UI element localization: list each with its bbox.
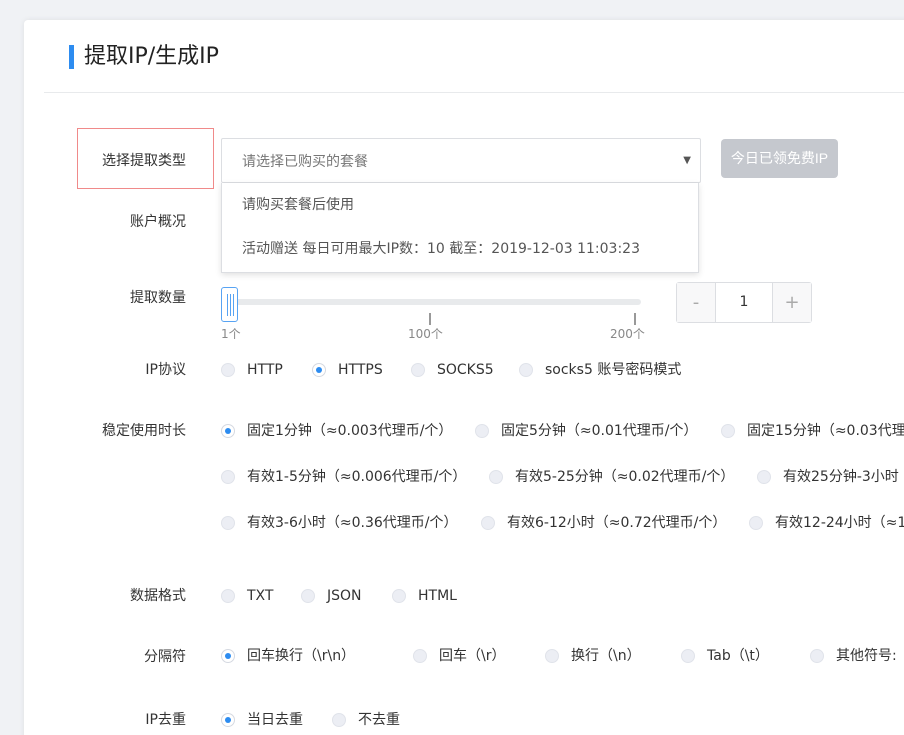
radio-label: JSON xyxy=(327,588,362,604)
quantity-input[interactable]: 1 xyxy=(716,283,772,322)
radio-circle-icon xyxy=(221,516,235,530)
increment-button[interactable]: + xyxy=(772,283,811,322)
free-ip-button[interactable]: 今日已领免费IP xyxy=(721,139,838,178)
radio-checked-icon xyxy=(221,424,235,438)
radio-label: 回车（\r） xyxy=(439,648,506,664)
data-format-label: 数据格式 xyxy=(130,588,186,604)
slider-tick-100 xyxy=(429,313,431,325)
radio-circle-icon xyxy=(221,363,235,377)
radio-circle-icon xyxy=(413,649,427,663)
radio-duration-fixed-1[interactable]: 固定1分钟（≈0.003代理币/个） xyxy=(221,421,452,441)
quantity-slider-track[interactable] xyxy=(229,299,641,305)
radio-label: 有效5-25分钟（≈0.02代理币/个） xyxy=(515,469,735,485)
quantity-stepper: - 1 + xyxy=(676,282,812,323)
duration-label: 稳定使用时长 xyxy=(102,423,186,439)
radio-duration-valid-6-12h[interactable]: 有效6-12小时（≈0.72代理币/个） xyxy=(481,513,726,533)
radio-checked-icon xyxy=(221,649,235,663)
radio-circle-icon xyxy=(332,713,346,727)
account-overview-label: 账户概况 xyxy=(130,214,186,230)
radio-label: HTTP xyxy=(247,362,283,378)
radio-circle-icon xyxy=(221,589,235,603)
radio-duration-valid-12-24h[interactable]: 有效12-24小时（≈1. xyxy=(749,513,904,533)
radio-separator-cr[interactable]: 回车（\r） xyxy=(413,646,505,666)
radio-circle-icon xyxy=(810,649,824,663)
radio-duration-fixed-15[interactable]: 固定15分钟（≈0.03代理币 xyxy=(721,421,904,441)
radio-circle-icon xyxy=(411,363,425,377)
radio-dedupe-daily[interactable]: 当日去重 xyxy=(221,710,303,730)
extract-type-label: 选择提取类型 xyxy=(102,153,186,169)
radio-label: socks5 账号密码模式 xyxy=(545,362,682,378)
header-divider xyxy=(44,92,904,93)
radio-duration-valid-25-3h[interactable]: 有效25分钟-3小时 xyxy=(757,467,899,487)
radio-circle-icon xyxy=(749,516,763,530)
radio-label: HTML xyxy=(418,588,457,604)
slider-tick-200 xyxy=(634,313,636,325)
slider-tick-label-max: 200个 xyxy=(610,327,645,341)
radio-circle-icon xyxy=(489,470,503,484)
radio-label: 有效1-5分钟（≈0.006代理币/个） xyxy=(247,469,467,485)
radio-separator-lf[interactable]: 换行（\n） xyxy=(545,646,641,666)
radio-duration-valid-3-6h[interactable]: 有效3-6小时（≈0.36代理币/个） xyxy=(221,513,458,533)
radio-label: 当日去重 xyxy=(247,712,303,728)
radio-circle-icon xyxy=(392,589,406,603)
radio-label: 固定5分钟（≈0.01代理币/个） xyxy=(501,423,698,439)
radio-duration-fixed-5[interactable]: 固定5分钟（≈0.01代理币/个） xyxy=(475,421,698,441)
radio-protocol-https[interactable]: HTTPS xyxy=(312,360,383,380)
radio-circle-icon xyxy=(481,516,495,530)
radio-separator-tab[interactable]: Tab（\t） xyxy=(681,646,769,666)
radio-circle-icon xyxy=(721,424,735,438)
radio-label: 有效12-24小时（≈1. xyxy=(775,515,904,531)
radio-circle-icon xyxy=(475,424,489,438)
radio-label: 其他符号: xyxy=(836,648,897,664)
package-select-placeholder: 请选择已购买的套餐 xyxy=(242,154,368,170)
radio-label: SOCKS5 xyxy=(437,362,494,378)
radio-circle-icon xyxy=(301,589,315,603)
slider-tick-label-min: 1个 xyxy=(221,327,241,341)
radio-duration-valid-1-5[interactable]: 有效1-5分钟（≈0.006代理币/个） xyxy=(221,467,466,487)
radio-circle-icon xyxy=(519,363,533,377)
radio-format-json[interactable]: JSON xyxy=(301,586,362,606)
dedupe-label: IP去重 xyxy=(145,712,186,728)
radio-checked-icon xyxy=(221,713,235,727)
page-title: 提取IP/生成IP xyxy=(84,44,219,69)
radio-label: 有效25分钟-3小时 xyxy=(783,469,899,485)
protocol-label: IP协议 xyxy=(145,362,186,378)
radio-label: 固定15分钟（≈0.03代理币 xyxy=(747,423,904,439)
radio-protocol-socks5-auth[interactable]: socks5 账号密码模式 xyxy=(519,360,681,380)
radio-separator-other[interactable]: 其他符号: xyxy=(810,646,897,666)
radio-protocol-http[interactable]: HTTP xyxy=(221,360,283,380)
package-select[interactable]: 请选择已购买的套餐 ▼ xyxy=(221,138,701,183)
title-accent-bar xyxy=(69,45,74,69)
radio-label: 有效6-12小时（≈0.72代理币/个） xyxy=(507,515,727,531)
slider-tick-label-mid: 100个 xyxy=(408,327,443,341)
radio-label: 有效3-6小时（≈0.36代理币/个） xyxy=(247,515,458,531)
radio-label: 回车换行（\r\n） xyxy=(247,648,356,664)
radio-label: 不去重 xyxy=(358,712,400,728)
caret-down-icon: ▼ xyxy=(683,155,691,166)
radio-separator-crlf[interactable]: 回车换行（\r\n） xyxy=(221,646,355,666)
radio-label: 换行（\n） xyxy=(571,648,641,664)
radio-duration-valid-5-25[interactable]: 有效5-25分钟（≈0.02代理币/个） xyxy=(489,467,734,487)
radio-dedupe-none[interactable]: 不去重 xyxy=(332,710,400,730)
radio-format-html[interactable]: HTML xyxy=(392,586,457,606)
separator-label: 分隔符 xyxy=(144,649,186,665)
radio-label: Tab（\t） xyxy=(707,648,769,664)
radio-circle-icon xyxy=(757,470,771,484)
dropdown-option-buy-first[interactable]: 请购买套餐后使用 xyxy=(242,195,354,215)
radio-circle-icon xyxy=(545,649,559,663)
radio-circle-icon xyxy=(681,649,695,663)
radio-format-txt[interactable]: TXT xyxy=(221,586,273,606)
decrement-button[interactable]: - xyxy=(677,283,716,322)
quantity-slider-handle[interactable] xyxy=(221,287,238,322)
radio-label: HTTPS xyxy=(338,362,383,378)
radio-circle-icon xyxy=(221,470,235,484)
radio-label: TXT xyxy=(247,588,274,604)
radio-label: 固定1分钟（≈0.003代理币/个） xyxy=(247,423,453,439)
dropdown-option-gift[interactable]: 活动赠送 每日可用最大IP数：10 截至：2019-12-03 11:03:23 xyxy=(242,239,640,259)
package-dropdown-menu: 请购买套餐后使用 活动赠送 每日可用最大IP数：10 截至：2019-12-03… xyxy=(221,183,699,273)
quantity-label: 提取数量 xyxy=(130,290,186,306)
radio-checked-icon xyxy=(312,363,326,377)
radio-protocol-socks5[interactable]: SOCKS5 xyxy=(411,360,494,380)
